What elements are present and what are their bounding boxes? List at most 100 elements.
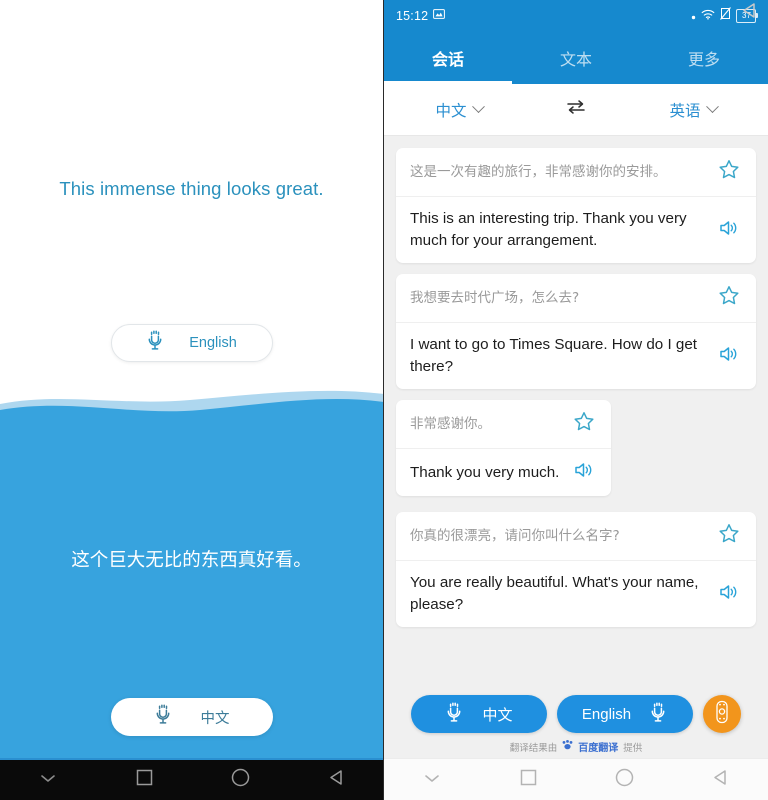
card-source-row: 你真的很漂亮，请问你叫什么名字? <box>396 512 756 560</box>
right-panel-translator-app: 15:12 37 会话 文本 更多 中文 英语 这是一次有趣的旅行，非常感谢你的… <box>384 0 768 800</box>
conversation-card[interactable]: 我想要去时代广场，怎么去? I want to go to Times Squa… <box>396 274 756 390</box>
card-source-row: 非常感谢你。 <box>396 400 611 448</box>
play-audio-button[interactable] <box>571 460 597 485</box>
favorite-button[interactable] <box>716 523 742 549</box>
star-outline-icon <box>718 159 740 185</box>
recents-button[interactable] <box>96 769 192 791</box>
swap-arrows-icon <box>565 98 587 121</box>
paw-logo-icon <box>562 740 573 753</box>
favorite-button[interactable] <box>716 159 742 185</box>
card-source-text: 你真的很漂亮，请问你叫什么名字? <box>410 528 620 544</box>
hide-navbar-button[interactable] <box>0 771 96 789</box>
card-translation-row: This is an interesting trip. Thank you v… <box>396 196 756 263</box>
speaker-icon <box>718 218 740 243</box>
card-translation-row: Thank you very much. <box>396 448 612 496</box>
conversation-card[interactable]: 这是一次有趣的旅行，非常感谢你的安排。 This is an interesti… <box>396 148 756 264</box>
tab-more-label: 更多 <box>687 50 720 69</box>
square-icon <box>136 769 153 791</box>
credit-prefix: 翻译结果由 <box>509 742 558 754</box>
card-source-row: 我想要去时代广场，怎么去? <box>396 274 756 322</box>
dual-screenshot-composite: This immense thing looks great. English <box>0 0 768 800</box>
chinese-mic-label: 中文 <box>200 710 230 727</box>
card-translation-row: I want to go to Times Square. How do I g… <box>396 322 756 389</box>
back-button[interactable] <box>288 769 383 791</box>
right-android-navbar <box>384 758 768 800</box>
target-language-label: 英语 <box>669 101 701 120</box>
play-audio-button[interactable] <box>716 344 742 369</box>
english-record-label: English <box>581 705 632 723</box>
chevron-down-icon <box>471 100 485 114</box>
back-button[interactable] <box>672 769 768 791</box>
speaker-icon <box>718 582 740 607</box>
star-outline-icon <box>718 285 740 311</box>
chinese-phrase-text: 这个巨大无比的东西真好看。 <box>71 550 312 571</box>
left-android-navbar <box>0 758 383 800</box>
microphone-icon <box>649 701 668 727</box>
language-selector-bar: 中文 英语 <box>384 84 768 136</box>
remote-control-fab[interactable] <box>703 695 741 733</box>
card-source-row: 这是一次有趣的旅行，非常感谢你的安排。 <box>396 148 756 196</box>
source-language-selector[interactable]: 中文 <box>384 99 534 121</box>
bottom-action-bar: 中文 English 翻译结果由 百度翻译 提供 <box>384 690 768 758</box>
star-outline-icon <box>718 523 740 549</box>
circle-icon <box>231 768 250 792</box>
credit-suffix: 提供 <box>623 742 643 754</box>
triangle-left-icon <box>328 769 345 791</box>
status-bar: 15:12 37 <box>384 0 768 32</box>
chevron-down-icon <box>423 771 441 789</box>
target-language-selector[interactable]: 英语 <box>618 99 768 121</box>
play-audio-button[interactable] <box>716 218 742 243</box>
card-translation-text: This is an interesting trip. Thank you v… <box>410 210 687 250</box>
dot-icon <box>691 7 696 25</box>
microphone-icon <box>445 701 464 727</box>
card-source-text: 非常感谢你。 <box>410 416 491 432</box>
english-mic-button[interactable]: English <box>110 324 273 362</box>
left-panel-conversation-fullscreen: This immense thing looks great. English <box>0 0 384 800</box>
card-translation-text: I want to go to Times Square. How do I g… <box>410 336 698 376</box>
card-translation-row: You are really beautiful. What's your na… <box>396 560 756 627</box>
conversation-card[interactable]: 你真的很漂亮，请问你叫什么名字? You are really beautifu… <box>396 512 756 628</box>
tab-conversation-label: 会话 <box>431 50 464 69</box>
microphone-icon <box>154 704 173 730</box>
favorite-button[interactable] <box>571 411 597 437</box>
card-translation-text: Thank you very much. <box>410 463 560 481</box>
chevron-down-icon <box>705 100 719 114</box>
card-source-text: 我想要去时代广场，怎么去? <box>410 289 580 306</box>
speaker-icon <box>718 344 740 369</box>
mic-button-row: 中文 English <box>411 695 741 733</box>
remote-control-icon <box>714 700 730 729</box>
speaker-icon <box>573 460 595 485</box>
chinese-mic-button[interactable]: 中文 <box>110 698 273 736</box>
wave-divider-graphic <box>0 384 383 800</box>
recents-button[interactable] <box>480 769 576 791</box>
tab-text-label: 文本 <box>559 50 592 69</box>
chinese-record-label: 中文 <box>482 705 513 724</box>
corner-triangle-left-icon <box>741 2 758 24</box>
top-tabs: 会话 文本 更多 <box>384 32 768 84</box>
translation-credit: 翻译结果由 百度翻译 提供 <box>509 739 643 754</box>
star-outline-icon <box>573 411 595 437</box>
chevron-down-icon <box>39 771 57 789</box>
triangle-left-icon <box>712 769 729 791</box>
favorite-button[interactable] <box>716 285 742 311</box>
card-source-text: 这是一次有趣的旅行，非常感谢你的安排。 <box>410 163 667 180</box>
english-record-button[interactable]: English <box>557 695 693 733</box>
tab-more[interactable]: 更多 <box>640 32 768 84</box>
square-icon <box>520 769 537 791</box>
hide-navbar-button[interactable] <box>384 771 480 789</box>
microphone-icon <box>146 330 165 356</box>
source-language-label: 中文 <box>435 101 467 120</box>
home-button[interactable] <box>192 768 288 792</box>
chinese-record-button[interactable]: 中文 <box>411 695 547 733</box>
tab-conversation[interactable]: 会话 <box>384 32 512 84</box>
circle-icon <box>615 768 634 792</box>
conversation-list[interactable]: 这是一次有趣的旅行，非常感谢你的安排。 This is an interesti… <box>384 136 768 690</box>
play-audio-button[interactable] <box>716 582 742 607</box>
english-mic-label: English <box>189 335 237 351</box>
swap-languages-button[interactable] <box>534 98 618 121</box>
credit-brand: 百度翻译 <box>578 743 619 754</box>
home-button[interactable] <box>576 768 672 792</box>
conversation-card[interactable]: 非常感谢你。 Thank you very much. <box>396 400 612 497</box>
tab-text[interactable]: 文本 <box>512 32 640 84</box>
signal-off-icon <box>720 7 731 25</box>
